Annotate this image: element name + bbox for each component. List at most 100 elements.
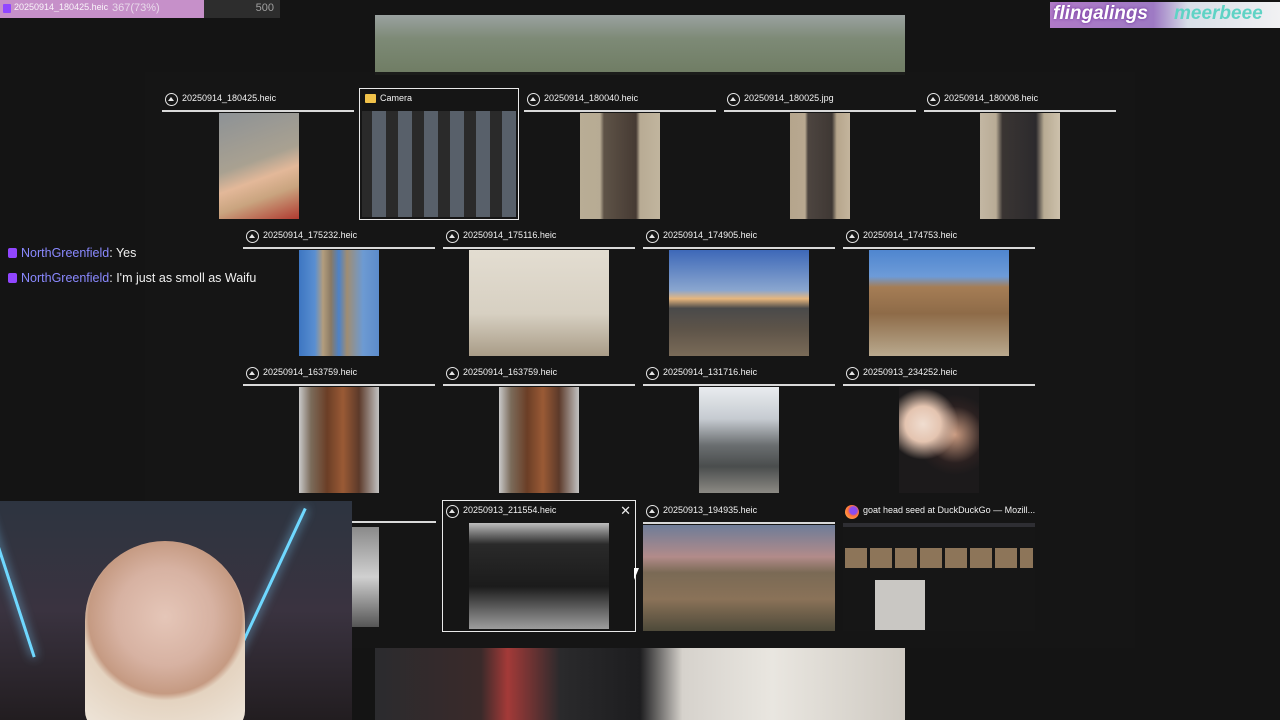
chat-username: NorthGreenfield [21, 271, 110, 285]
window-preview [669, 250, 809, 356]
window-thumbnail[interactable]: 20250914_175116.heic [443, 226, 635, 362]
window-preview [580, 113, 660, 219]
window-preview [499, 387, 579, 493]
photos-icon [527, 93, 540, 106]
window-thumbnail[interactable]: goat head seed at DuckDuckGo — Mozill... [843, 501, 1035, 637]
streamer-person [85, 541, 245, 720]
photos-icon [246, 230, 259, 243]
window-header: goat head seed at DuckDuckGo — Mozill... [843, 501, 1035, 523]
window-preview [299, 250, 379, 356]
streamer-names-banner: flingalings meerbeee [1050, 2, 1280, 28]
window-preview [469, 523, 609, 629]
window-preview [299, 387, 379, 493]
window-header: 20250913_234252.heic [843, 363, 1035, 386]
chat-message: NorthGreenfield: I'm just as smoll as Wa… [8, 271, 256, 285]
goal-progress-bar: 20250914_180425.heic 367(73%) 500 [0, 0, 280, 18]
window-header: 20250914_174905.heic [643, 226, 835, 249]
chat-text: Yes [115, 246, 137, 260]
window-thumbnail[interactable]: 20250913_211554.heic ✕ [442, 500, 636, 632]
photos-icon [165, 93, 178, 106]
window-title: 20250913_211554.heic [463, 505, 557, 515]
window-preview [469, 250, 609, 356]
window-thumbnail[interactable]: 20250913_234252.heic [843, 363, 1035, 499]
window-header: 20250913_211554.heic ✕ [443, 501, 635, 523]
window-preview [699, 387, 779, 493]
window-title: 20250914_175116.heic [463, 230, 557, 240]
window-header: 20250914_174753.heic [843, 226, 1035, 249]
window-thumbnail[interactable]: 20250914_180425.heic [162, 89, 354, 225]
window-title: 20250914_180425.heic [182, 93, 277, 103]
window-thumbnail-partial[interactable] [352, 519, 436, 631]
window-title: 20250913_234252.heic [863, 367, 958, 377]
mouse-cursor-icon [634, 568, 639, 580]
window-title: 20250914_180008.heic [944, 93, 1039, 103]
streamer-name-left: flingalings [1053, 3, 1148, 24]
window-header: 20250914_180025.jpg [724, 89, 916, 112]
window-header: 20250914_175232.heic [243, 226, 435, 249]
goal-count: 367(73%) [112, 2, 160, 14]
firefox-icon [845, 505, 859, 519]
window-title: 20250914_174753.heic [863, 230, 958, 240]
window-header: Camera [360, 89, 518, 111]
window-title: Camera [380, 93, 413, 103]
window-thumbnail[interactable]: 20250914_180040.heic [524, 89, 716, 225]
photos-icon [646, 505, 659, 518]
close-icon[interactable]: ✕ [620, 503, 631, 519]
chat-badge-icon [8, 273, 17, 283]
window-thumbnail[interactable]: 20250914_174753.heic [843, 226, 1035, 362]
goal-max: 500 [255, 2, 274, 14]
window-preview [790, 113, 850, 219]
window-thumbnail[interactable]: 20250914_175232.heic [243, 226, 435, 362]
window-header: 20250914_163759.heic [443, 363, 635, 386]
window-header: 20250914_163759.heic [243, 363, 435, 386]
window-thumbnail[interactable]: 20250914_163759.heic [243, 363, 435, 499]
window-preview [362, 111, 516, 217]
window-thumbnail[interactable]: 20250914_180008.heic [924, 89, 1116, 225]
window-preview [843, 523, 1035, 631]
window-header: 20250914_175116.heic [443, 226, 635, 249]
photos-icon [446, 367, 459, 380]
window-preview [980, 113, 1060, 219]
window-title: 20250914_163759.heic [263, 367, 358, 377]
window-title: 20250914_175232.heic [263, 230, 358, 240]
photos-icon [246, 367, 259, 380]
webcam-feed [0, 501, 352, 720]
window-header: 20250913_194935.heic [643, 501, 835, 524]
window-preview [219, 113, 299, 219]
window-header: 20250914_131716.heic [643, 363, 835, 386]
window-thumbnail[interactable]: 20250914_131716.heic [643, 363, 835, 499]
chat-badge-icon [8, 248, 17, 258]
window-title: 20250914_131716.heic [663, 367, 758, 377]
window-header: 20250914_180425.heic [162, 89, 354, 112]
streamer-name-right: meerbeee [1174, 3, 1263, 24]
window-thumbnail[interactable]: 20250914_163759.heic [443, 363, 635, 499]
window-preview [352, 527, 379, 627]
photos-icon [846, 367, 859, 380]
window-title: 20250914_163759.heic [463, 367, 558, 377]
window-title: 20250914_180025.jpg [744, 93, 834, 103]
chat-username: NorthGreenfield [21, 246, 110, 260]
window-title: 20250914_180040.heic [544, 93, 639, 103]
window-thumbnail[interactable]: Camera [359, 88, 519, 220]
photos-icon [446, 505, 459, 518]
photos-icon [646, 230, 659, 243]
background-photo-bottom [375, 648, 905, 720]
photos-icon [727, 93, 740, 106]
twitch-icon [3, 4, 11, 13]
window-title: 20250914_174905.heic [663, 230, 758, 240]
window-thumbnail[interactable]: 20250914_180025.jpg [724, 89, 916, 225]
window-header: 20250914_180008.heic [924, 89, 1116, 112]
window-preview [643, 525, 835, 631]
window-title: 20250913_194935.heic [663, 505, 758, 515]
window-preview [869, 250, 1009, 356]
window-title: goat head seed at DuckDuckGo — Mozill... [863, 505, 1036, 515]
goal-title: 20250914_180425.heic [14, 2, 109, 12]
window-thumbnail[interactable]: 20250913_194935.heic [643, 501, 835, 637]
window-preview [899, 387, 979, 493]
photos-icon [846, 230, 859, 243]
background-photo-top [375, 15, 905, 75]
window-thumbnail[interactable]: 20250914_174905.heic [643, 226, 835, 362]
photos-icon [446, 230, 459, 243]
photos-icon [646, 367, 659, 380]
chat-message: NorthGreenfield: Yes [8, 246, 136, 260]
